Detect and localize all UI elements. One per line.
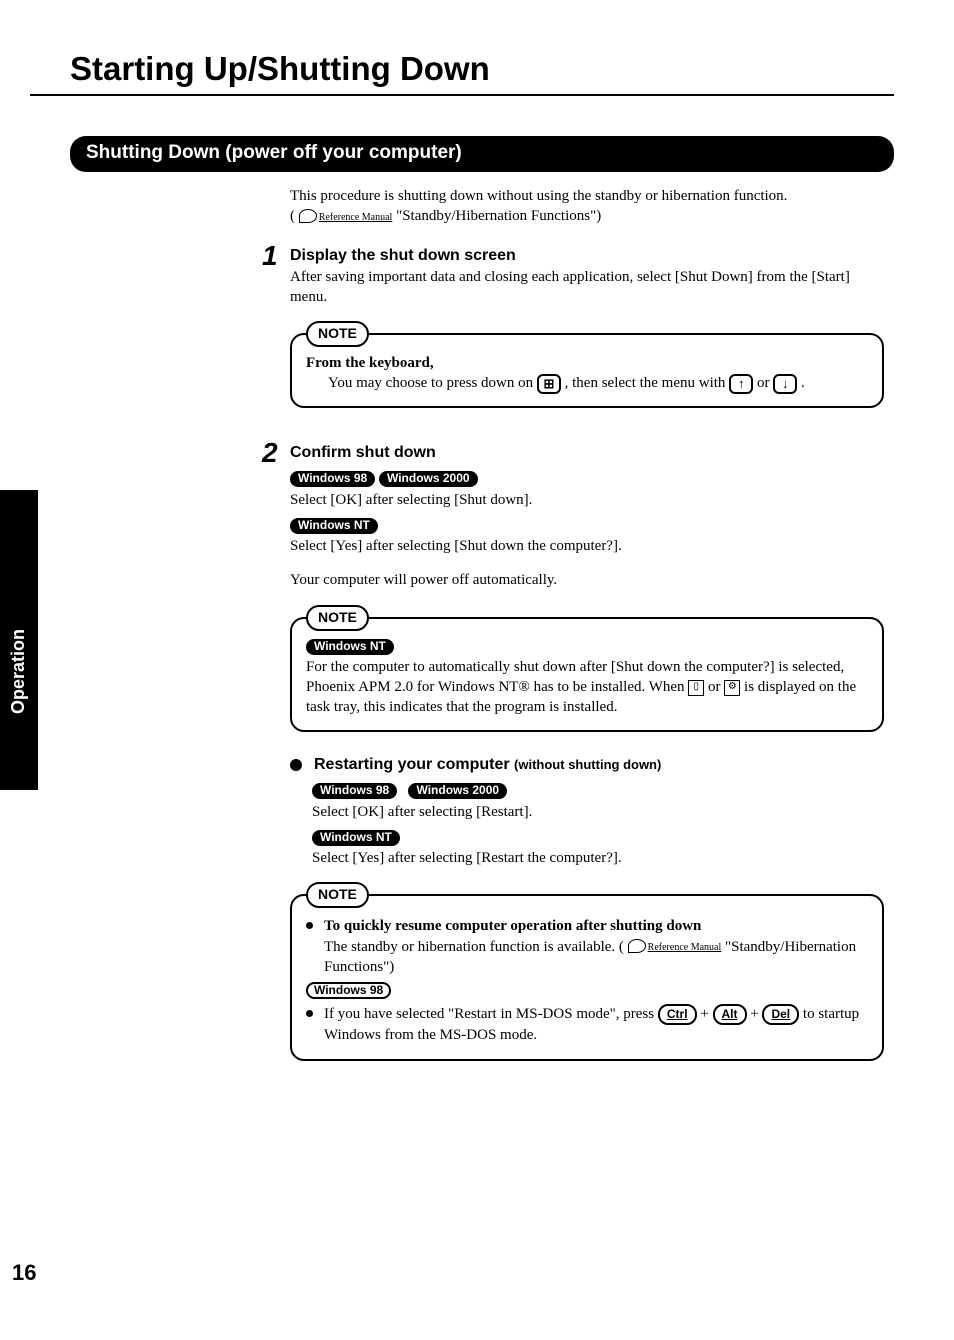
restart-line2: Select [Yes] after selecting [Restart th… xyxy=(290,848,884,868)
intro-open-paren: ( xyxy=(290,208,295,224)
note-1-line2: You may choose to press down on ⊞ , then… xyxy=(306,373,868,394)
step-2-line1: Select [OK] after selecting [Shut down]. xyxy=(290,490,884,510)
note-3-bullet-1-title: To quickly resume computer operation aft… xyxy=(324,918,701,934)
del-key-icon: Del xyxy=(762,1004,799,1025)
side-tab-label: Operation xyxy=(8,629,29,714)
note-3-bullet-1: To quickly resume computer operation aft… xyxy=(306,916,868,977)
note-1-label: NOTE xyxy=(306,321,369,347)
intro-line1: This procedure is shutting down without … xyxy=(290,188,787,204)
note-3-bullet-2: If you have selected "Restart in MS-DOS … xyxy=(306,1004,868,1045)
bullet-dot-icon xyxy=(290,759,302,771)
note-box-3: NOTE To quickly resume computer operatio… xyxy=(290,894,884,1061)
os-badge-winnt-2: Windows NT xyxy=(306,639,394,655)
page-number: 16 xyxy=(12,1260,36,1286)
os-badge-win2000: Windows 2000 xyxy=(379,471,478,487)
step-2-line2: Select [Yes] after selecting [Shut down … xyxy=(290,536,884,556)
alt-key-icon: Alt xyxy=(713,1004,747,1025)
step-2-number: 2 xyxy=(262,434,278,472)
note-2-body: For the computer to automatically shut d… xyxy=(306,657,868,718)
os-badge-win98-outline: Windows 98 xyxy=(306,982,391,999)
note-box-2: NOTE Windows NT For the computer to auto… xyxy=(290,617,884,732)
reference-manual-icon: Reference Manual xyxy=(299,207,393,227)
up-arrow-key-icon: ↑ xyxy=(729,374,753,394)
apm-tray-icon-2: ⚙ xyxy=(724,680,740,696)
ctrl-key-icon: Ctrl xyxy=(658,1004,697,1025)
step-1-number: 1 xyxy=(262,237,278,275)
step-2: 2 Confirm shut down Windows 98 Windows 2… xyxy=(290,442,884,591)
restart-title: Restarting your computer xyxy=(314,756,510,773)
intro-ref-text: "Standby/Hibernation Functions") xyxy=(396,208,601,224)
section-header: Shutting Down (power off your computer) xyxy=(70,136,894,172)
note-2-label: NOTE xyxy=(306,605,369,631)
step-1-body: After saving important data and closing … xyxy=(290,267,884,308)
title-underline xyxy=(30,94,894,96)
restart-subtitle: (without shutting down) xyxy=(514,757,661,772)
restart-header: Restarting your computer (without shutti… xyxy=(290,754,884,776)
windows-key-icon: ⊞ xyxy=(537,374,561,394)
os-badge-win98: Windows 98 xyxy=(290,471,375,487)
step-2-title: Confirm shut down xyxy=(290,442,884,464)
intro-paragraph: This procedure is shutting down without … xyxy=(290,186,884,227)
os-badge-winnt-3: Windows NT xyxy=(312,830,400,846)
down-arrow-key-icon: ↓ xyxy=(773,374,797,394)
note-1-line1: From the keyboard, xyxy=(306,353,868,373)
step-1: 1 Display the shut down screen After sav… xyxy=(290,245,884,307)
apm-tray-icon-1: ▯ xyxy=(688,680,704,696)
step-1-title: Display the shut down screen xyxy=(290,245,884,267)
side-tab: Operation xyxy=(0,490,38,790)
reference-manual-icon-2: Reference Manual xyxy=(628,937,722,957)
os-badge-winnt: Windows NT xyxy=(290,518,378,534)
step-2-line3: Your computer will power off automatical… xyxy=(290,570,884,590)
os-badge-win2000-2: Windows 2000 xyxy=(408,783,507,799)
page-title: Starting Up/Shutting Down xyxy=(70,50,894,88)
note-3-label: NOTE xyxy=(306,882,369,908)
restart-line1: Select [OK] after selecting [Restart]. xyxy=(290,802,884,822)
os-badge-win98-2: Windows 98 xyxy=(312,783,397,799)
note-box-1: NOTE From the keyboard, You may choose t… xyxy=(290,333,884,408)
